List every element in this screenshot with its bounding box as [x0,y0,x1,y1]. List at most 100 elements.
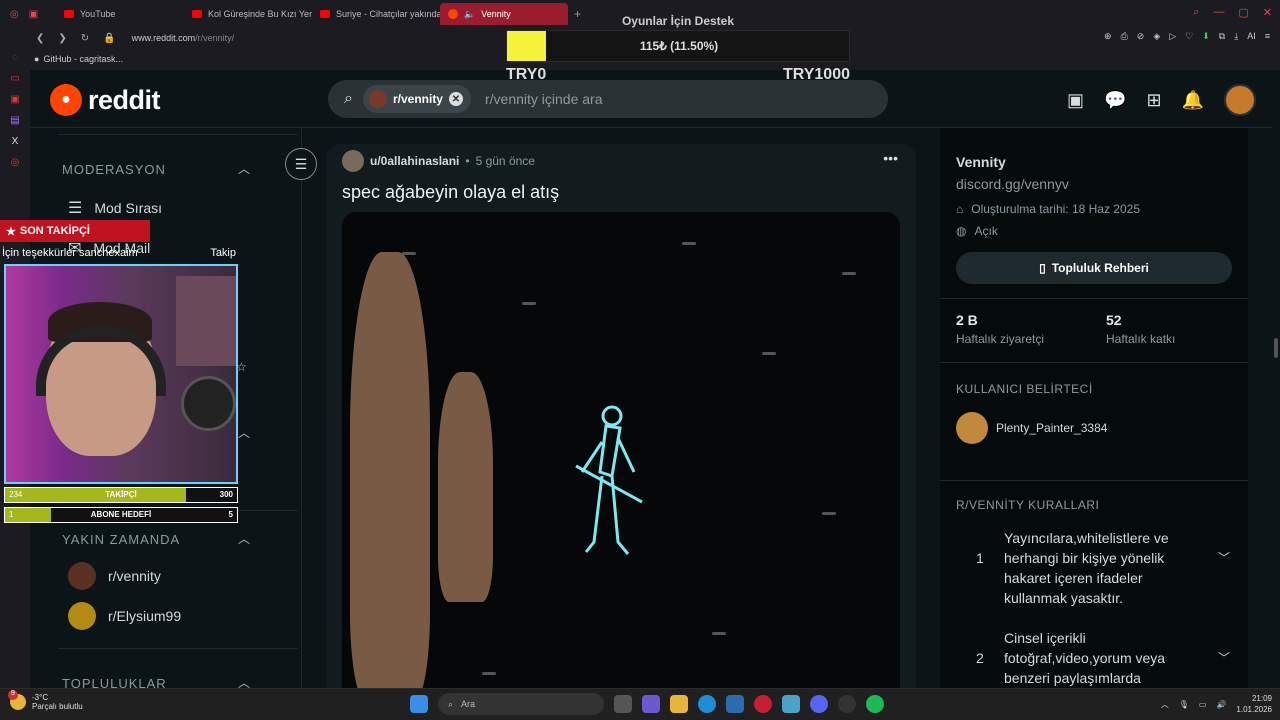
search-bar[interactable]: ⌕ r/vennity ✕ r/vennity içinde ara [328,80,888,118]
chevron-down-icon[interactable]: ﹀ [1218,528,1230,608]
tab-youtube[interactable]: YouTube [56,3,184,25]
author-avatar[interactable] [342,150,364,172]
youtube-icon [64,10,74,18]
post-card[interactable]: u/0allahinaslani • 5 gün önce ••• spec a… [326,144,916,704]
post-video[interactable] [342,212,900,702]
clear-scope-icon[interactable]: ✕ [448,92,463,106]
clock[interactable]: 21:09 1.01.2026 [1236,693,1272,715]
search-tabs-icon[interactable]: ⌕ [1193,6,1199,19]
play-icon[interactable]: ▷ [1169,31,1176,42]
spotify-icon[interactable] [866,695,884,713]
particle [482,672,496,675]
browser-menu[interactable]: ◎ ▣ [0,9,56,20]
chevron-up-icon[interactable]: ︿ [238,530,250,547]
rule-item[interactable]: 1 Yayıncılara,whitelistlere ve herhangi … [976,528,1236,608]
opera-icon[interactable] [754,695,772,713]
sidebar-item-vennity[interactable]: r/vennity [68,562,161,590]
reload-button[interactable]: ↻ [81,33,89,44]
maximize-button[interactable]: ▢ [1238,6,1248,19]
particle [842,272,856,275]
zoom-icon[interactable]: ⊕ [1104,31,1112,42]
blurred-figure [438,372,493,602]
menu-icon[interactable]: ≡ [1265,31,1270,42]
ai-icon[interactable]: AI [1247,31,1256,42]
forward-button[interactable]: ❯ [58,33,66,44]
discord-icon[interactable] [810,695,828,713]
search-input[interactable]: r/vennity içinde ara [485,91,603,107]
download-arrow-icon[interactable]: ⬇ [1202,31,1210,42]
store-icon[interactable] [726,695,744,713]
sidebar-item-mod-queue[interactable]: ☰ Mod Sırası [68,198,162,218]
microphone-icon[interactable]: 🎙 [1179,700,1189,709]
instagram-icon[interactable]: ▣ [10,94,19,105]
aria-icon[interactable]: ◌ [12,52,18,63]
adblock-icon[interactable]: ⊘ [1137,31,1145,42]
taskbar-search[interactable]: ⌕ Ara [438,693,604,715]
bookmark-github[interactable]: GitHub - cagritask... [43,54,123,64]
community-link[interactable]: discord.gg/vennyv [956,176,1069,192]
url-field[interactable]: www.reddit.com/r/vennity/ [132,33,235,43]
network-icon[interactable]: ▭ [1199,700,1207,709]
pin-icon[interactable]: ☆ [236,360,247,374]
tab-suriye[interactable]: Suriye - Cihatçılar yakında [312,3,440,25]
volume-icon[interactable]: 🔊 [1216,700,1226,709]
rule-item[interactable]: 2 Cinsel içerikli fotoğraf,video,yorum v… [976,628,1236,688]
hologram-figure [575,405,643,555]
chevron-up-icon[interactable]: ︿ [238,424,250,441]
tab-kol-guresi[interactable]: Kol Güreşinde Bu Kızı Yen [184,3,312,25]
scrollbar-thumb[interactable] [1274,338,1278,358]
created-date-row: ⌂ Oluşturulma tarihi: 18 Haz 2025 [956,202,1140,216]
community-avatar [68,562,96,590]
tray-overflow-icon[interactable]: ︿ [1161,699,1169,710]
weather-widget[interactable]: 9 -3°C Parçalı bulutlu [8,690,83,711]
create-icon[interactable]: ⊞ [1146,90,1161,111]
page-scrollbar[interactable] [1272,76,1280,688]
file-explorer-icon[interactable] [670,695,688,713]
minimize-button[interactable]: — [1213,6,1224,19]
snapshot-icon[interactable]: ⎙ [1121,31,1128,42]
advertise-icon[interactable]: ▣ [1067,90,1084,111]
divider [58,648,298,649]
windows-taskbar: 9 -3°C Parçalı bulutlu ⌕ Ara ︿ 🎙 ▭ 🔊 21:… [0,688,1280,720]
back-button[interactable]: ❮ [36,33,44,44]
teams-icon[interactable] [642,695,660,713]
chat-icon[interactable]: 💬 [1104,90,1126,111]
chevron-up-icon[interactable]: ︿ [238,160,250,177]
taskbar-apps: ⌕ Ara [410,693,884,715]
audio-icon[interactable]: 🔈 [464,9,475,20]
user-flair[interactable]: Plenty_Painter_3384 [956,412,1107,444]
opera-icon[interactable]: ◎ [11,157,20,168]
post-title[interactable]: spec ağabeyin olaya el atış [342,182,559,203]
notifications-icon[interactable]: 🔔 [1182,90,1204,111]
community-guide-button[interactable]: ▯ Topluluk Rehberi [956,252,1232,284]
post-time: 5 gün önce [475,154,535,168]
start-icon[interactable] [410,695,428,713]
edge-icon[interactable] [698,695,716,713]
search-scope-chip[interactable]: r/vennity ✕ [362,85,471,113]
particle [522,302,536,305]
task-view-icon[interactable] [614,695,632,713]
sidebar-item-elysium99[interactable]: r/Elysium99 [68,602,181,630]
heart-icon[interactable]: ♡ [1185,31,1193,42]
app-icon[interactable] [782,695,800,713]
collapse-nav-button[interactable]: ☰ [285,148,317,180]
twitch-icon[interactable]: ▤ [10,115,19,126]
community-avatar [68,602,96,630]
reddit-logo[interactable]: ● reddit [50,84,161,116]
x-icon[interactable]: X [12,136,19,147]
download-icon[interactable]: ⤓ [1234,31,1238,42]
tab-overview-icon[interactable]: ▣ [29,9,38,20]
user-avatar[interactable] [1224,84,1256,116]
hamburger-icon: ☰ [294,155,308,172]
extensions-icon[interactable]: ⧉ [1219,31,1225,42]
close-button[interactable]: ✕ [1263,6,1272,19]
shield-icon[interactable]: ◈ [1153,31,1160,42]
weather-icon: 9 [8,690,26,710]
chevron-down-icon[interactable]: ﹀ [1218,628,1230,688]
divider [58,134,298,135]
more-options-icon[interactable]: ••• [883,150,898,166]
messenger-icon[interactable]: ▭ [10,73,19,84]
post-author[interactable]: u/0allahinaslani [370,154,459,168]
obs-icon[interactable] [838,695,856,713]
opera-icon[interactable]: ◎ [10,9,19,20]
